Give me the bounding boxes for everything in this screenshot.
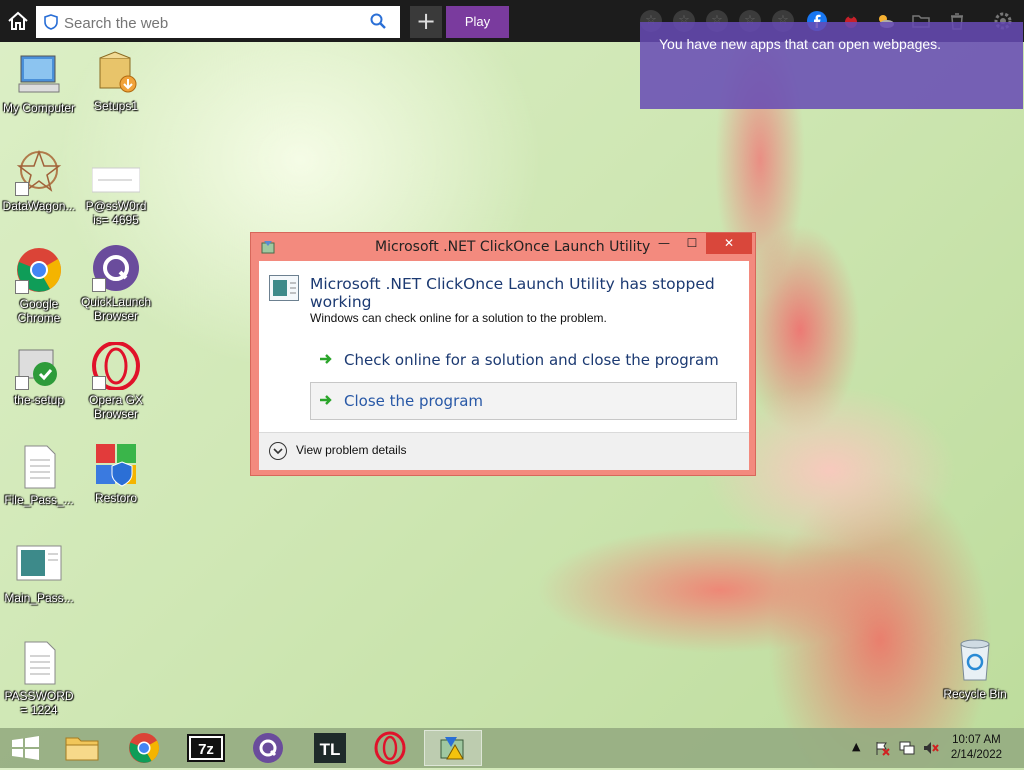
add-button[interactable]: + [410,6,442,38]
icon-label: Google Chrome [17,297,61,325]
shortcut-arrow-icon [15,182,29,196]
shortcut-arrow-icon [15,376,29,390]
close-program-option[interactable]: Close the program [310,382,737,420]
desktop-icon-opera-gx[interactable]: Opera GX Browser [77,341,155,421]
search-icon[interactable] [370,13,386,33]
dialog-subtext: Windows can check online for a solution … [310,311,607,325]
maximize-button[interactable]: ☐ [679,233,705,254]
restoro-icon [92,440,140,488]
green-arrow-icon [319,352,333,370]
dialog-body: Microsoft .NET ClickOnce Launch Utility … [259,261,749,470]
opera-icon [92,341,140,391]
document-icon [15,442,63,490]
shortcut-arrow-icon [15,280,29,294]
app-icon [260,239,276,259]
new-apps-notification[interactable]: You have new apps that can open webpages… [640,22,1023,109]
desktop-icon-recycle-bin[interactable]: Recycle Bin [936,636,1014,701]
document-icon [15,638,63,686]
view-problem-details-link[interactable]: View problem details [296,443,407,457]
icon-label: DataWagon... [2,199,76,213]
text-file-icon [91,148,141,196]
desktop-icon-quicklaunch[interactable]: QuickLaunch Browser [77,244,155,323]
tl-label: TL [320,740,341,759]
icon-label: Recycle Bin [943,687,1007,701]
action-center-flag-icon[interactable] [874,740,890,759]
icon-label: Opera GX Browser [88,393,144,421]
search-input[interactable] [62,10,366,36]
play-button[interactable]: Play [446,6,509,38]
taskbar: 7z TL ▲ 10:07 AM 2/14/2022 [0,728,1024,768]
icon-label: My Computer [2,101,76,115]
icon-label: File_Pass_... [4,493,74,507]
shortcut-arrow-icon [92,376,106,390]
dialog-footer: View problem details [259,432,749,470]
icon-label: Setups1 [93,99,139,113]
dialog-heading: Microsoft .NET ClickOnce Launch Utility … [310,275,715,311]
start-icon[interactable] [0,730,52,766]
show-hidden-icons-icon[interactable]: ▲ [852,740,860,753]
desktop-icon-file-pass[interactable]: File_Pass_... [0,442,78,507]
volume-muted-icon[interactable] [922,740,940,759]
desktop-icon-google-chrome[interactable]: Google Chrome [0,246,78,325]
chevron-down-icon[interactable] [269,442,287,460]
close-button[interactable]: ✕ [706,233,752,254]
dialog-title: Microsoft .NET ClickOnce Launch Utility [375,239,651,255]
search-box[interactable] [36,6,400,38]
tl-icon[interactable]: TL [304,730,356,766]
desktop-icon-main-pass[interactable]: Main_Pass... [0,540,78,605]
icon-label: QuickLaunch Browser [80,295,152,323]
computer-icon [15,50,63,98]
error-dialog: Microsoft .NET ClickOnce Launch Utility … [250,232,756,476]
7zip-icon[interactable]: 7z [180,730,232,766]
7zip-label: 7z [198,741,214,758]
shortcut-arrow-icon [92,278,106,292]
quicklaunch-icon [92,244,140,292]
quicklaunch-icon[interactable] [242,730,294,766]
chrome-icon [15,246,63,294]
desktop-icon-password-1224[interactable]: PASSWORD = 1224 [0,638,78,717]
check-online-label: Check online for a solution and close th… [344,351,719,369]
icon-label: P@ssW0rd is= 4695 [85,199,147,227]
home-icon[interactable] [6,10,30,32]
clock-date: 2/14/2022 [950,749,1002,761]
recycle-bin-icon [951,636,999,684]
notification-text: You have new apps that can open webpages… [659,36,942,52]
desktop-icon-datawagon[interactable]: DataWagon... [0,148,78,213]
icon-label: the-setup [13,393,65,407]
desktop-icon-my-computer[interactable]: My Computer [0,50,78,115]
image-file-icon [15,540,63,588]
network-icon[interactable] [898,740,916,759]
check-online-option[interactable]: Check online for a solution and close th… [310,341,737,379]
icon-label: PASSWORD = 1224 [4,689,74,717]
program-window-icon [269,275,299,301]
datawagon-icon [15,148,63,196]
desktop-icon-the-setup[interactable]: the-setup [0,342,78,407]
desktop-icon-setups1[interactable]: Setups1 [77,48,155,113]
minimize-button[interactable]: — [651,233,677,254]
error-app-icon[interactable] [424,730,482,766]
opera-icon[interactable] [364,730,416,766]
desktop-icon-password-file[interactable]: P@ssW0rd is= 4695 [77,148,155,227]
icon-label: Main_Pass... [4,591,74,605]
file-explorer-icon[interactable] [56,730,108,766]
close-program-label: Close the program [344,392,484,410]
installer-box-icon [92,48,140,96]
system-clock[interactable]: 10:07 AM 2/14/2022 [951,733,1002,763]
dialog-titlebar[interactable]: Microsoft .NET ClickOnce Launch Utility … [251,233,755,260]
icon-label: Restoro [94,491,138,505]
desktop-icon-restoro[interactable]: Restoro [77,440,155,505]
green-arrow-icon [319,393,333,411]
clock-time: 10:07 AM [952,734,1001,746]
chrome-icon[interactable] [118,730,170,766]
setup-icon [15,342,63,390]
shield-icon [44,14,58,34]
